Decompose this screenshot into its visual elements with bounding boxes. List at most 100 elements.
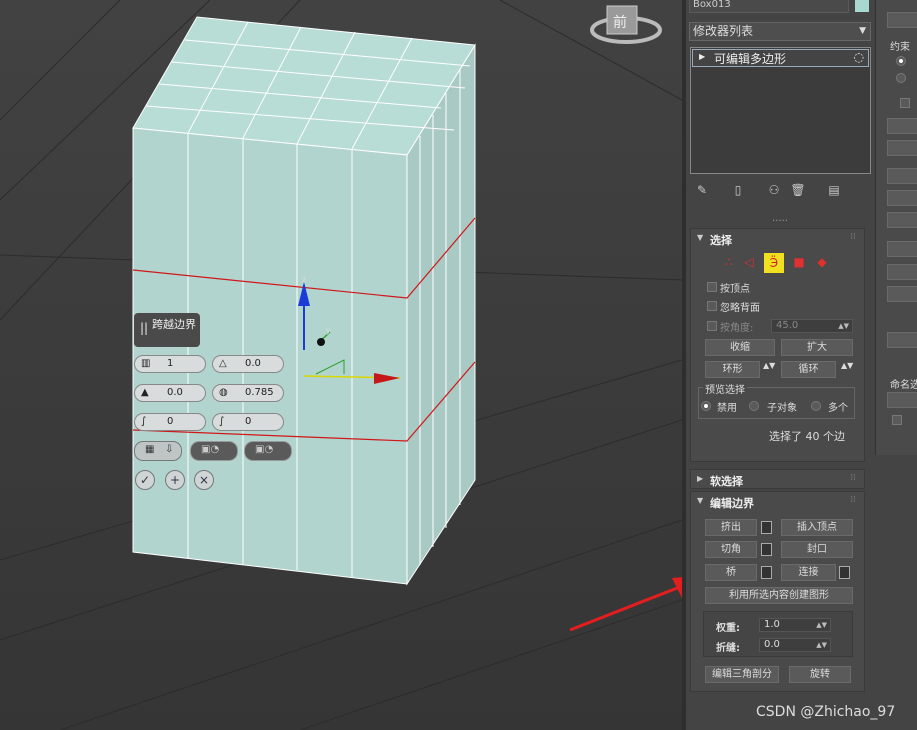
caddy-pick2-btn[interactable]: ▣◔ (244, 441, 292, 461)
splitter-handle[interactable]: ..... (772, 213, 788, 224)
preview-disabled-radio[interactable] (701, 401, 711, 411)
chamfer-button[interactable]: 切角 (705, 541, 757, 558)
caddy-title[interactable]: || 跨越边界 (134, 313, 200, 347)
preview-subobject-radio[interactable] (749, 401, 759, 411)
cap-button[interactable]: 封口 (781, 541, 853, 558)
secondary-button-5[interactable] (887, 190, 917, 206)
apply-icon[interactable]: + (165, 470, 185, 490)
secondary-button-4[interactable] (887, 168, 917, 184)
rollout-selection: ▼ 选择 ⁞⁞ ∴ ◁ Ӭ ■ ◆ 按顶点 忽略背面 按角度: 45.0 ▲▼ 收… (690, 228, 865, 462)
loop-spinner-icon[interactable]: ▲▼ (841, 361, 853, 370)
crease-spinner[interactable]: 0.0 ▲▼ (759, 638, 831, 652)
by-vertex-label: 按顶点 (720, 284, 750, 295)
light-bulb-icon[interactable]: ◌ (854, 50, 864, 64)
rollout-edit-border: ▼ 编辑边界 ⁞⁞ 挤出 插入顶点 切角 封口 桥 连接 利用所选内容创建图形 … (690, 491, 865, 692)
secondary-button-2[interactable] (887, 118, 917, 134)
svg-text:y: y (326, 326, 331, 335)
panel-divider[interactable] (682, 0, 686, 730)
modifier-stack[interactable]: ▶ 可编辑多边形 ◌ (690, 47, 871, 174)
configure-sets-icon[interactable]: ▤ (826, 183, 842, 199)
edit-triangulation-button[interactable]: 编辑三角剖分 (705, 666, 779, 683)
dropdown-arrow-icon: ▼ (859, 26, 866, 36)
preview-selection-label: 预览选择 (703, 381, 747, 396)
cancel-icon[interactable]: × (194, 470, 214, 490)
constraint-edge-radio[interactable] (896, 73, 906, 83)
modifier-list-label: 修改器列表 (693, 24, 754, 38)
constraint-label: 约束 (890, 42, 910, 53)
connect-button[interactable]: 连接 (781, 564, 836, 581)
bridge-button[interactable]: 桥 (705, 564, 757, 581)
caddy-field-twist2[interactable]: ∫ 0 (212, 413, 284, 431)
shrink-button[interactable]: 收缩 (705, 339, 775, 356)
extrude-settings-icon[interactable] (761, 521, 772, 534)
modifier-list-dropdown[interactable]: 修改器列表 ▼ (689, 22, 871, 41)
object-name-field[interactable]: Box013 (689, 0, 849, 13)
show-end-result-icon[interactable]: ▯ (730, 183, 746, 199)
stack-item-editable-poly[interactable]: ▶ 可编辑多边形 ◌ (692, 49, 869, 67)
insert-vertex-button[interactable]: 插入顶点 (781, 519, 853, 536)
remove-modifier-icon[interactable]: 🗑 (790, 183, 806, 199)
constraint-none-radio[interactable] (896, 56, 906, 66)
secondary-button-1[interactable] (887, 12, 917, 28)
secondary-button-8[interactable] (887, 264, 917, 280)
caddy-field-segments[interactable]: ▥ 1 (134, 355, 206, 373)
by-angle-checkbox[interactable] (707, 321, 717, 331)
rollout-selection-title[interactable]: 选择 (710, 232, 732, 248)
make-unique-icon[interactable]: ⚇ (766, 183, 782, 199)
element-mode-icon[interactable]: ◆ (814, 255, 830, 271)
turn-button[interactable]: 旋转 (789, 666, 851, 683)
secondary-button-7[interactable] (887, 241, 917, 257)
rollout-collapse-icon[interactable]: ▼ (697, 233, 703, 242)
preview-multi-label: 多个 (828, 403, 848, 414)
bridge-settings-icon[interactable] (761, 566, 772, 579)
rollout-collapse-icon[interactable]: ▼ (697, 496, 703, 505)
down-arrow-icon: ⇩ (165, 444, 174, 455)
rollout-soft-selection-title[interactable]: 软选择 (710, 473, 743, 489)
chamfer-settings-icon[interactable] (761, 543, 772, 556)
extrude-button[interactable]: 挤出 (705, 519, 757, 536)
preview-multi-radio[interactable] (811, 401, 821, 411)
edge-mode-icon[interactable]: ◁ (741, 255, 757, 271)
caddy-segments-btn[interactable]: ▦ ⇩ (134, 441, 182, 461)
caddy-field-bias[interactable]: ▲ 0.0 (134, 384, 206, 402)
smooth-icon: ◍ (219, 387, 228, 398)
secondary-button-11[interactable] (887, 392, 917, 408)
caddy-pick1-btn[interactable]: ▣◔ (190, 441, 238, 461)
object-color-swatch[interactable] (855, 0, 869, 12)
pin-stack-icon[interactable]: ✎ (694, 183, 710, 199)
secondary-button-6[interactable] (887, 212, 917, 228)
ring-button[interactable]: 环形 (705, 361, 760, 378)
delete-isolated-checkbox[interactable] (892, 415, 902, 425)
secondary-button-10[interactable] (887, 332, 917, 348)
connect-settings-icon[interactable] (839, 566, 850, 579)
grow-button[interactable]: 扩大 (781, 339, 853, 356)
caddy-title-label: 跨越边界 (152, 318, 196, 331)
weight-label: 权重: (716, 623, 740, 634)
secondary-button-9[interactable] (887, 286, 917, 302)
scene-svg[interactable]: z y 前 (0, 0, 682, 730)
ignore-backfacing-checkbox[interactable] (707, 301, 717, 311)
vertex-mode-icon[interactable]: ∴ (721, 255, 737, 271)
create-shape-button[interactable]: 利用所选内容创建图形 (705, 587, 853, 604)
weight-spinner[interactable]: 1.0 ▲▼ (759, 618, 831, 632)
border-mode-icon[interactable]: Ӭ (764, 253, 784, 273)
expand-triangle-icon[interactable]: ▶ (699, 52, 705, 61)
rollout-expand-icon[interactable]: ▶ (697, 474, 703, 483)
rollout-soft-selection[interactable]: ▶ 软选择 ⁞⁞ (690, 469, 865, 489)
rollout-edit-border-title[interactable]: 编辑边界 (710, 495, 754, 511)
by-vertex-checkbox[interactable] (707, 282, 717, 292)
stack-item-label: 可编辑多边形 (714, 52, 787, 66)
caddy-field-smooth[interactable]: ◍ 0.785 (212, 384, 284, 402)
preserve-uv-checkbox[interactable] (900, 98, 910, 108)
ok-icon[interactable]: ✓ (135, 470, 155, 490)
by-angle-label: 按角度: (720, 323, 754, 334)
secondary-button-3[interactable] (887, 140, 917, 156)
ring-spinner-icon[interactable]: ▲▼ (763, 361, 775, 370)
polygon-mode-icon[interactable]: ■ (791, 255, 807, 271)
angle-spinner[interactable]: 45.0 ▲▼ (771, 319, 853, 333)
secondary-panel: 约束 命名选 (875, 0, 917, 455)
caddy-field-twist1[interactable]: ∫ 0 (134, 413, 206, 431)
loop-button[interactable]: 循环 (781, 361, 836, 378)
caddy-field-taper[interactable]: △ 0.0 (212, 355, 284, 373)
viewport-perspective[interactable]: z y 前 || 跨越边界 ▥ 1 △ 0.0 ▲ 0.0 ◍ 0.785 ∫ 0 (0, 0, 682, 730)
